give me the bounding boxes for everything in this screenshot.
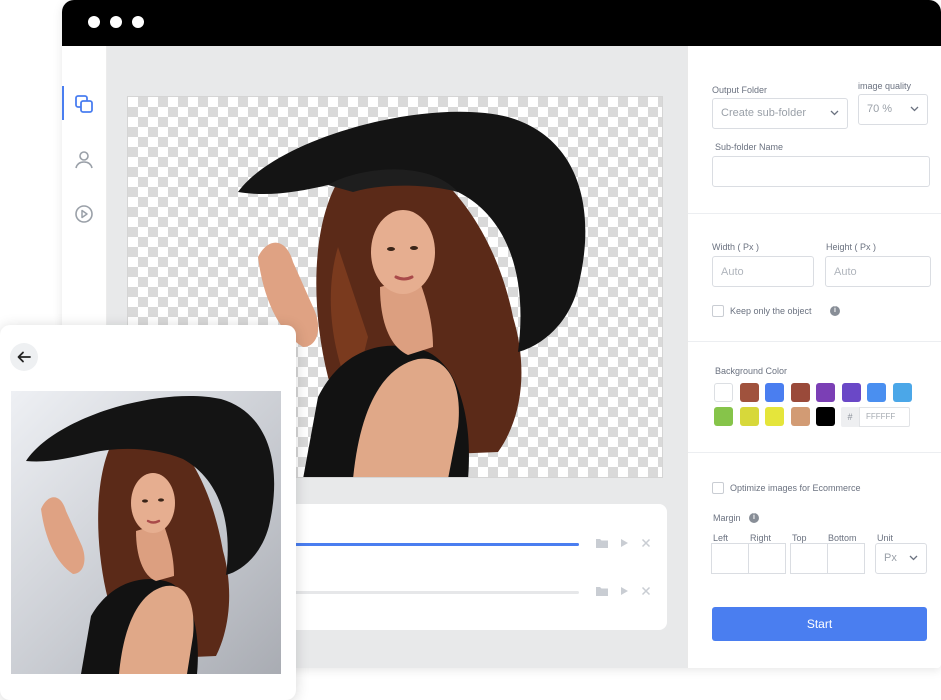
divider <box>688 341 941 342</box>
hex-prefix: # <box>841 407 859 427</box>
info-icon[interactable]: i <box>749 513 759 523</box>
color-swatch[interactable] <box>790 407 810 426</box>
original-image <box>11 391 281 674</box>
color-swatch[interactable] <box>867 383 886 402</box>
color-swatch[interactable] <box>892 383 912 402</box>
margin-right-label: Right <box>750 533 772 543</box>
height-label: Height ( Px ) <box>826 242 877 252</box>
margin-top-label: Top <box>792 533 807 543</box>
hex-color-input[interactable]: FFFFFF <box>859 407 910 427</box>
color-swatch[interactable] <box>790 383 810 402</box>
height-input[interactable] <box>825 256 931 287</box>
color-swatch[interactable] <box>714 407 733 426</box>
output-folder-label: Output Folder <box>712 85 768 95</box>
keep-object-checkbox[interactable] <box>712 305 724 317</box>
divider <box>688 213 941 214</box>
progress-fill <box>282 543 579 546</box>
arrow-left-icon <box>17 351 31 363</box>
window-dot[interactable] <box>88 16 100 28</box>
color-swatch[interactable] <box>841 383 861 402</box>
margin-left-input[interactable] <box>711 543 749 574</box>
unit-label: Unit <box>877 533 894 543</box>
folder-icon[interactable] <box>595 536 609 550</box>
nav-active-indicator <box>62 86 64 120</box>
margin-bottom-label: Bottom <box>828 533 857 543</box>
play-icon[interactable] <box>617 536 631 550</box>
color-swatch[interactable] <box>739 407 759 426</box>
close-icon[interactable] <box>639 584 653 598</box>
layers-icon[interactable] <box>73 93 95 115</box>
width-label: Width ( Px ) <box>712 242 760 252</box>
chevron-down-icon <box>910 106 919 112</box>
optimize-label: Optimize images for Ecommerce <box>730 483 861 493</box>
optimize-checkbox[interactable] <box>712 482 724 494</box>
start-button[interactable]: Start <box>712 607 927 641</box>
chevron-down-icon <box>830 110 839 116</box>
window-dot[interactable] <box>132 16 144 28</box>
margin-left-label: Left <box>713 533 729 543</box>
margin-label: Margin <box>713 513 741 523</box>
settings-panel: Output Folder Create sub-folder image qu… <box>687 46 941 668</box>
margin-right-input[interactable] <box>748 543 786 574</box>
chevron-down-icon <box>909 555 918 561</box>
play-circle-icon[interactable] <box>73 203 95 225</box>
unit-value: Px <box>884 552 897 564</box>
divider <box>688 452 941 453</box>
unit-select[interactable]: Px <box>875 543 927 574</box>
color-swatch[interactable] <box>816 383 835 402</box>
progress-track <box>282 543 579 546</box>
color-swatch[interactable] <box>714 383 733 402</box>
keep-object-label: Keep only the object <box>730 306 812 316</box>
output-folder-value: Create sub-folder <box>721 107 806 119</box>
image-quality-value: 70 % <box>867 103 893 115</box>
original-image-card <box>0 325 296 700</box>
output-folder-select[interactable]: Create sub-folder <box>712 98 848 129</box>
user-edit-icon[interactable] <box>73 149 95 171</box>
subfolder-label: Sub-folder Name <box>715 142 784 152</box>
play-icon[interactable] <box>617 584 631 598</box>
image-quality-label: image quality <box>858 81 912 91</box>
image-quality-select[interactable]: 70 % <box>858 94 928 125</box>
window-titlebar <box>62 0 941 46</box>
back-button[interactable] <box>10 343 38 371</box>
color-swatch[interactable] <box>739 383 759 402</box>
color-swatch[interactable] <box>765 407 784 426</box>
info-icon[interactable]: i <box>830 306 840 316</box>
margin-bottom-input[interactable] <box>827 543 865 574</box>
color-swatch[interactable] <box>765 383 784 402</box>
progress-track <box>282 591 579 594</box>
color-swatch[interactable] <box>816 407 835 426</box>
width-input[interactable] <box>712 256 814 287</box>
close-icon[interactable] <box>639 536 653 550</box>
folder-icon[interactable] <box>595 584 609 598</box>
window-dot[interactable] <box>110 16 122 28</box>
background-color-label: Background Color <box>715 366 788 376</box>
margin-top-input[interactable] <box>790 543 828 574</box>
subfolder-name-input[interactable] <box>712 156 930 187</box>
